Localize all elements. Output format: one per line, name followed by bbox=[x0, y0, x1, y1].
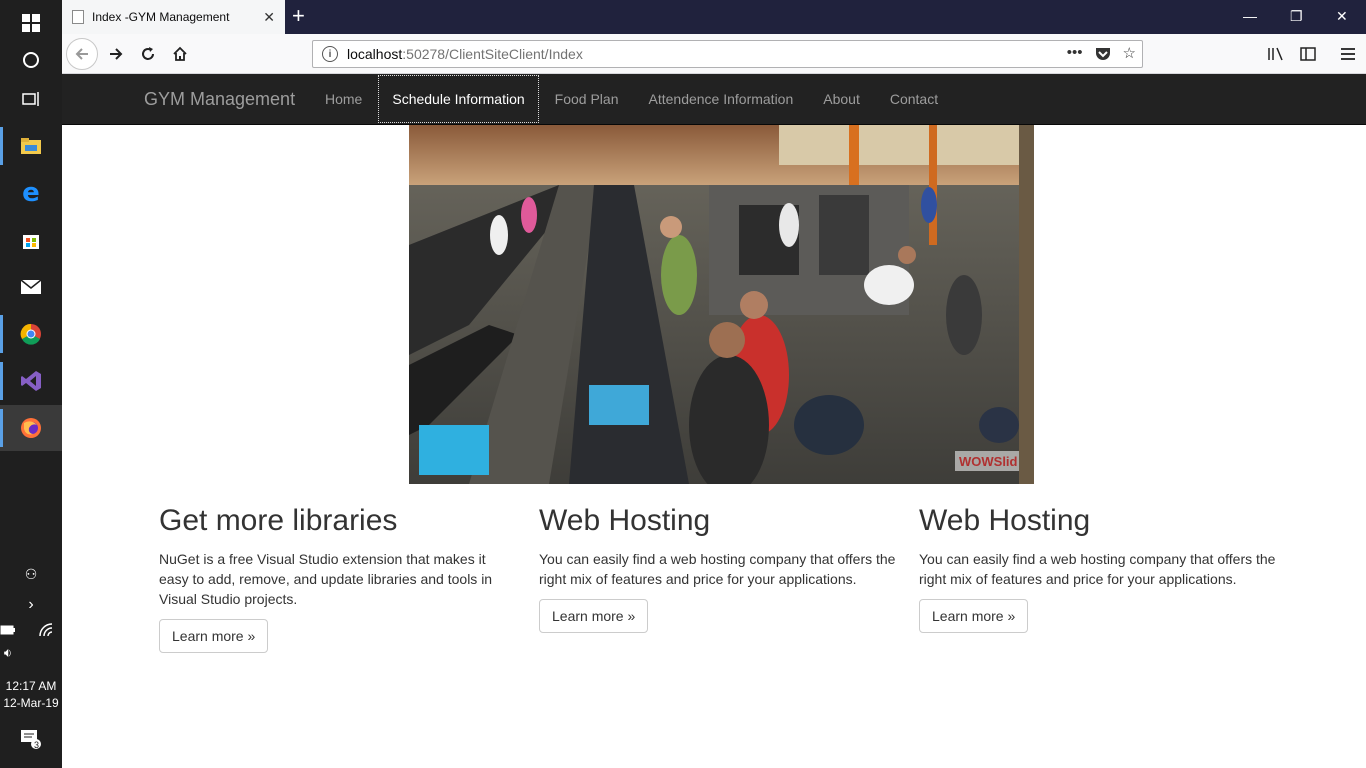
nav-home[interactable]: Home bbox=[310, 74, 377, 124]
nav-food-plan[interactable]: Food Plan bbox=[540, 74, 634, 124]
browser-toolbar: i localhost:50278/ClientSiteClient/Index… bbox=[62, 34, 1366, 74]
nav-schedule-information[interactable]: Schedule Information bbox=[377, 74, 540, 124]
browser-tab-bar: Index -GYM Management ✕ + — ❐ ✕ bbox=[62, 0, 1366, 34]
menu-icon[interactable] bbox=[1334, 40, 1362, 68]
bookmark-star-icon[interactable]: ☆ bbox=[1123, 44, 1136, 66]
site-info-icon[interactable]: i bbox=[322, 46, 338, 62]
nav-contact[interactable]: Contact bbox=[875, 74, 953, 124]
library-icon[interactable] bbox=[1262, 40, 1290, 68]
taskbar-date[interactable]: 12-Mar-19 bbox=[0, 695, 62, 712]
page-actions-icon[interactable]: ••• bbox=[1067, 44, 1083, 66]
hero-watermark: WOWSlid bbox=[959, 454, 1018, 469]
column-text: You can easily find a web hosting compan… bbox=[919, 551, 1276, 587]
column-heading: Web Hosting bbox=[539, 504, 711, 537]
file-explorer-icon[interactable] bbox=[0, 123, 62, 169]
reload-button[interactable] bbox=[134, 40, 162, 68]
firefox-icon[interactable] bbox=[0, 405, 62, 451]
store-icon[interactable] bbox=[0, 217, 62, 263]
windows-taskbar: e ⚇ › 🔉︎ 12:17 AM 12-Mar-19 3 bbox=[0, 0, 62, 768]
url-path: :50278/ClientSiteClient/Index bbox=[402, 46, 583, 62]
column-text: You can easily find a web hosting compan… bbox=[539, 551, 896, 587]
action-center-icon[interactable]: 3 bbox=[0, 716, 62, 762]
home-button[interactable] bbox=[166, 40, 194, 68]
back-button[interactable] bbox=[66, 38, 98, 70]
close-window-button[interactable]: ✕ bbox=[1336, 8, 1348, 25]
volume-icon[interactable]: 🔉︎ bbox=[0, 631, 28, 675]
pocket-icon[interactable] bbox=[1095, 44, 1111, 66]
forward-button[interactable] bbox=[102, 40, 130, 68]
mail-icon[interactable] bbox=[0, 264, 62, 310]
learn-more-button[interactable]: Learn more » bbox=[159, 619, 269, 653]
hero-slider-image: WOWSlid bbox=[409, 125, 1034, 484]
url-host: localhost bbox=[347, 46, 403, 62]
tab-title: Index -GYM Management bbox=[92, 10, 230, 24]
column-heading: Get more libraries bbox=[159, 504, 398, 537]
restore-button[interactable]: ❐ bbox=[1290, 8, 1303, 25]
new-tab-button[interactable]: + bbox=[292, 4, 305, 28]
edge-browser-icon[interactable]: e bbox=[0, 170, 62, 216]
column-web-hosting-2: Web Hosting You can easily find a web ho… bbox=[919, 503, 1279, 633]
brand-link[interactable]: GYM Management bbox=[144, 89, 295, 110]
column-libraries: Get more libraries NuGet is a free Visua… bbox=[159, 503, 519, 653]
minimize-button[interactable]: — bbox=[1243, 8, 1257, 24]
url-bar[interactable]: i localhost:50278/ClientSiteClient/Index… bbox=[312, 40, 1143, 68]
taskbar-time[interactable]: 12:17 AM bbox=[0, 678, 62, 695]
task-view-icon[interactable] bbox=[0, 76, 62, 122]
nav-menu: Home Schedule Information Food Plan Atte… bbox=[310, 74, 953, 124]
learn-more-button[interactable]: Learn more » bbox=[919, 599, 1029, 633]
wifi-icon[interactable] bbox=[26, 608, 66, 652]
sidebar-toggle-icon[interactable] bbox=[1294, 40, 1322, 68]
tab-close-icon[interactable]: ✕ bbox=[263, 9, 275, 26]
page-favicon-icon bbox=[72, 10, 84, 24]
column-heading: Web Hosting bbox=[919, 504, 1091, 537]
column-text: NuGet is a free Visual Studio extension … bbox=[159, 551, 493, 607]
site-navbar: GYM Management Home Schedule Information… bbox=[62, 74, 1366, 125]
browser-tab[interactable]: Index -GYM Management ✕ bbox=[62, 0, 285, 34]
nav-about[interactable]: About bbox=[808, 74, 875, 124]
column-web-hosting: Web Hosting You can easily find a web ho… bbox=[539, 503, 899, 633]
notification-count-badge: 3 bbox=[34, 740, 40, 750]
chrome-icon[interactable] bbox=[0, 311, 62, 357]
learn-more-button[interactable]: Learn more » bbox=[539, 599, 649, 633]
nav-attendence-information[interactable]: Attendence Information bbox=[634, 74, 809, 124]
visual-studio-icon[interactable] bbox=[0, 358, 62, 404]
